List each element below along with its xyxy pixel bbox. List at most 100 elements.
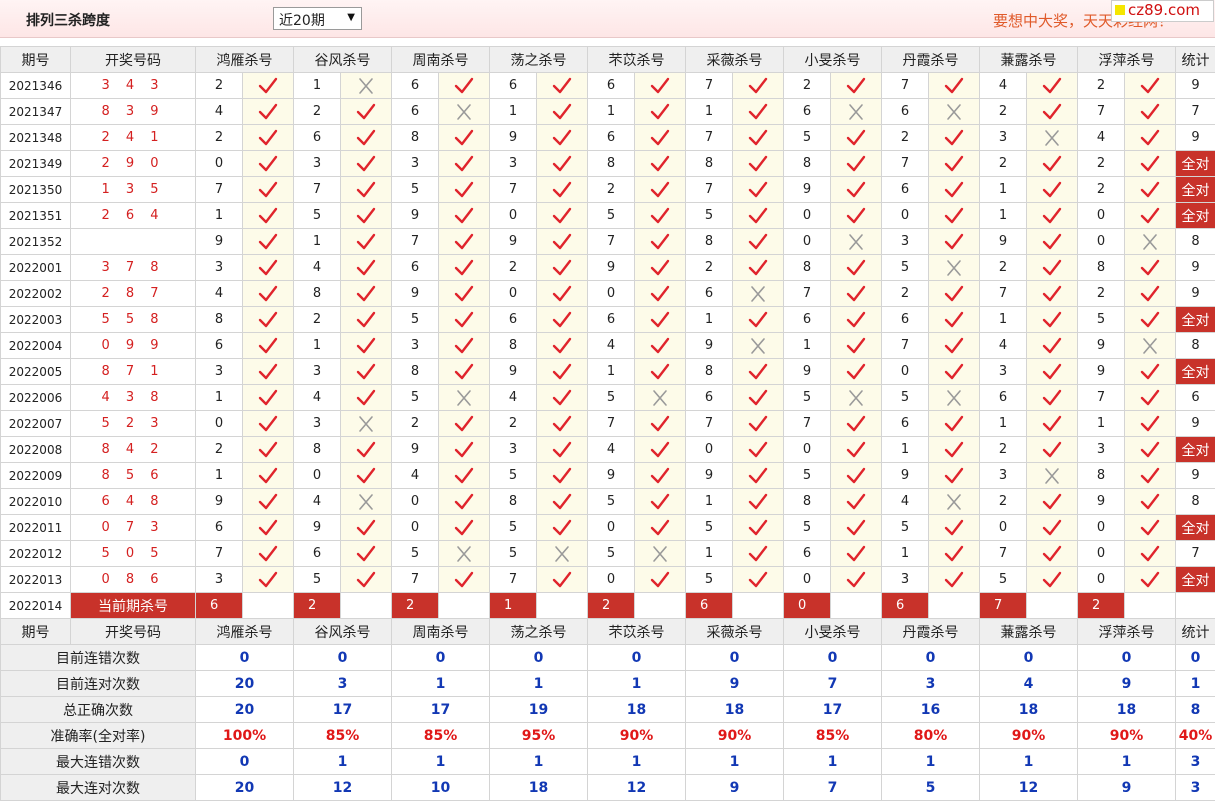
col-header-expert[interactable]: 谷风杀号	[293, 46, 392, 73]
kill-number-cell: 1	[293, 72, 341, 99]
table-row: 2022001 3 7 83 4 6 2 9 2 8 5 2 8 9	[0, 254, 1215, 281]
correct-check-icon	[340, 202, 392, 229]
kill-number-cell: 6	[195, 514, 243, 541]
correct-check-icon	[928, 332, 980, 359]
col-header-expert[interactable]: 谷风杀号	[293, 618, 392, 645]
col-header-expert[interactable]: 蒹露杀号	[979, 46, 1078, 73]
correct-check-icon	[732, 436, 784, 463]
correct-check-icon	[536, 124, 588, 151]
col-header-expert[interactable]: 丹霞杀号	[881, 46, 980, 73]
all-correct-badge: 全对	[1175, 176, 1215, 203]
correct-check-icon	[242, 540, 294, 567]
col-header-expert[interactable]: 芣苡杀号	[587, 46, 686, 73]
kill-number-cell: 3	[1077, 436, 1125, 463]
correct-check-icon	[536, 358, 588, 385]
stats-value: 17	[783, 696, 882, 723]
col-header-expert[interactable]: 荡之杀号	[489, 46, 588, 73]
kill-number-cell: 2	[489, 254, 537, 281]
correct-check-icon	[732, 124, 784, 151]
draw-number-cell: 8 4 2	[70, 436, 196, 463]
kill-number-cell: 7	[1077, 384, 1125, 411]
period-cell: 2022008	[0, 436, 71, 463]
draw-number-cell: 2 8 7	[70, 280, 196, 307]
col-header-expert[interactable]: 小旻杀号	[783, 618, 882, 645]
draw-number-cell: 8 5 6	[70, 462, 196, 489]
wrong-cross-icon	[634, 384, 686, 411]
col-header-expert[interactable]: 周南杀号	[391, 46, 490, 73]
stats-value: 0	[391, 644, 490, 671]
col-header-expert[interactable]: 荡之杀号	[489, 618, 588, 645]
correct-check-icon	[438, 488, 490, 515]
correct-check-icon	[1124, 306, 1176, 333]
correct-check-icon	[1124, 254, 1176, 281]
wrong-cross-icon	[438, 98, 490, 125]
current-kill-blank	[536, 592, 588, 619]
site-logo[interactable]: cz89.com	[1111, 0, 1214, 22]
stats-row: 目前连错次数 0 0 0 0 0 0 0 0 0 0 0	[0, 644, 1215, 671]
kill-number-cell: 8	[489, 332, 537, 359]
stats-value: 90%	[587, 722, 686, 749]
col-header-expert[interactable]: 采薇杀号	[685, 46, 784, 73]
kill-number-cell: 2	[195, 124, 243, 151]
correct-check-icon	[340, 280, 392, 307]
correct-check-icon	[634, 566, 686, 593]
kill-number-cell: 9	[783, 176, 831, 203]
draw-number-cell: 5 2 3	[70, 410, 196, 437]
kill-number-cell: 0	[783, 228, 831, 255]
kill-number-cell: 7	[685, 176, 733, 203]
kill-number-cell: 1	[979, 176, 1027, 203]
kill-number-cell: 5	[783, 514, 831, 541]
col-header-expert[interactable]: 丹霞杀号	[881, 618, 980, 645]
period-select[interactable]: 近20期 ▼	[273, 7, 362, 30]
wrong-cross-icon	[732, 332, 784, 359]
period-cell: 2022011	[0, 514, 71, 541]
stats-row: 最大连对次数 20 12 10 18 12 9 7 5 12 9 3	[0, 774, 1215, 801]
current-kill-number: 2	[1077, 592, 1125, 619]
correct-check-icon	[340, 98, 392, 125]
correct-check-icon	[438, 72, 490, 99]
stats-value: 3	[881, 670, 980, 697]
table-row: 2021346 3 4 321666727429	[0, 72, 1215, 99]
col-header-expert[interactable]: 采薇杀号	[685, 618, 784, 645]
kill-number-cell: 7	[195, 176, 243, 203]
kill-number-cell: 7	[881, 150, 929, 177]
col-header-expert[interactable]: 周南杀号	[391, 618, 490, 645]
table-row: 2021349 2 9 0 0 3 3 3 8 8 8 7 2 2 全对	[0, 150, 1215, 177]
kill-number-cell: 4	[979, 332, 1027, 359]
kill-number-cell: 6	[881, 306, 929, 333]
kill-number-cell: 1	[1077, 410, 1125, 437]
kill-number-cell: 6	[685, 384, 733, 411]
current-kill-number: 0	[783, 592, 831, 619]
correct-check-icon	[1124, 540, 1176, 567]
kill-number-cell: 0	[1077, 202, 1125, 229]
kill-number-cell: 3	[979, 462, 1027, 489]
kill-number-cell: 5	[685, 566, 733, 593]
correct-check-icon	[1026, 98, 1078, 125]
kill-number-cell: 2	[587, 176, 635, 203]
correct-check-icon	[242, 202, 294, 229]
kill-number-cell: 1	[979, 306, 1027, 333]
kill-number-cell: 3	[489, 150, 537, 177]
col-header-expert[interactable]: 芣苡杀号	[587, 618, 686, 645]
correct-check-icon	[340, 358, 392, 385]
kill-number-cell: 5	[587, 540, 635, 567]
correct-check-icon	[1124, 462, 1176, 489]
stats-row: 最大连错次数 0 1 1 1 1 1 1 1 1 1 3	[0, 748, 1215, 775]
col-header-expert[interactable]: 浮萍杀号	[1077, 46, 1176, 73]
correct-count-cell: 9	[1175, 124, 1215, 151]
col-header-expert[interactable]: 浮萍杀号	[1077, 618, 1176, 645]
period-cell: 2022004	[0, 332, 71, 359]
col-header-expert[interactable]: 鸿雁杀号	[195, 46, 294, 73]
kill-number-cell: 1	[881, 436, 929, 463]
kill-number-cell: 1	[195, 462, 243, 489]
col-header-expert[interactable]: 蒹露杀号	[979, 618, 1078, 645]
kill-number-cell: 2	[293, 98, 341, 125]
correct-check-icon	[634, 254, 686, 281]
col-header-expert[interactable]: 小旻杀号	[783, 46, 882, 73]
kill-number-cell: 6	[783, 98, 831, 125]
kill-number-cell: 6	[489, 306, 537, 333]
kill-number-cell: 8	[1077, 462, 1125, 489]
col-header-expert[interactable]: 鸿雁杀号	[195, 618, 294, 645]
correct-check-icon	[830, 202, 882, 229]
kill-number-cell: 7	[783, 280, 831, 307]
